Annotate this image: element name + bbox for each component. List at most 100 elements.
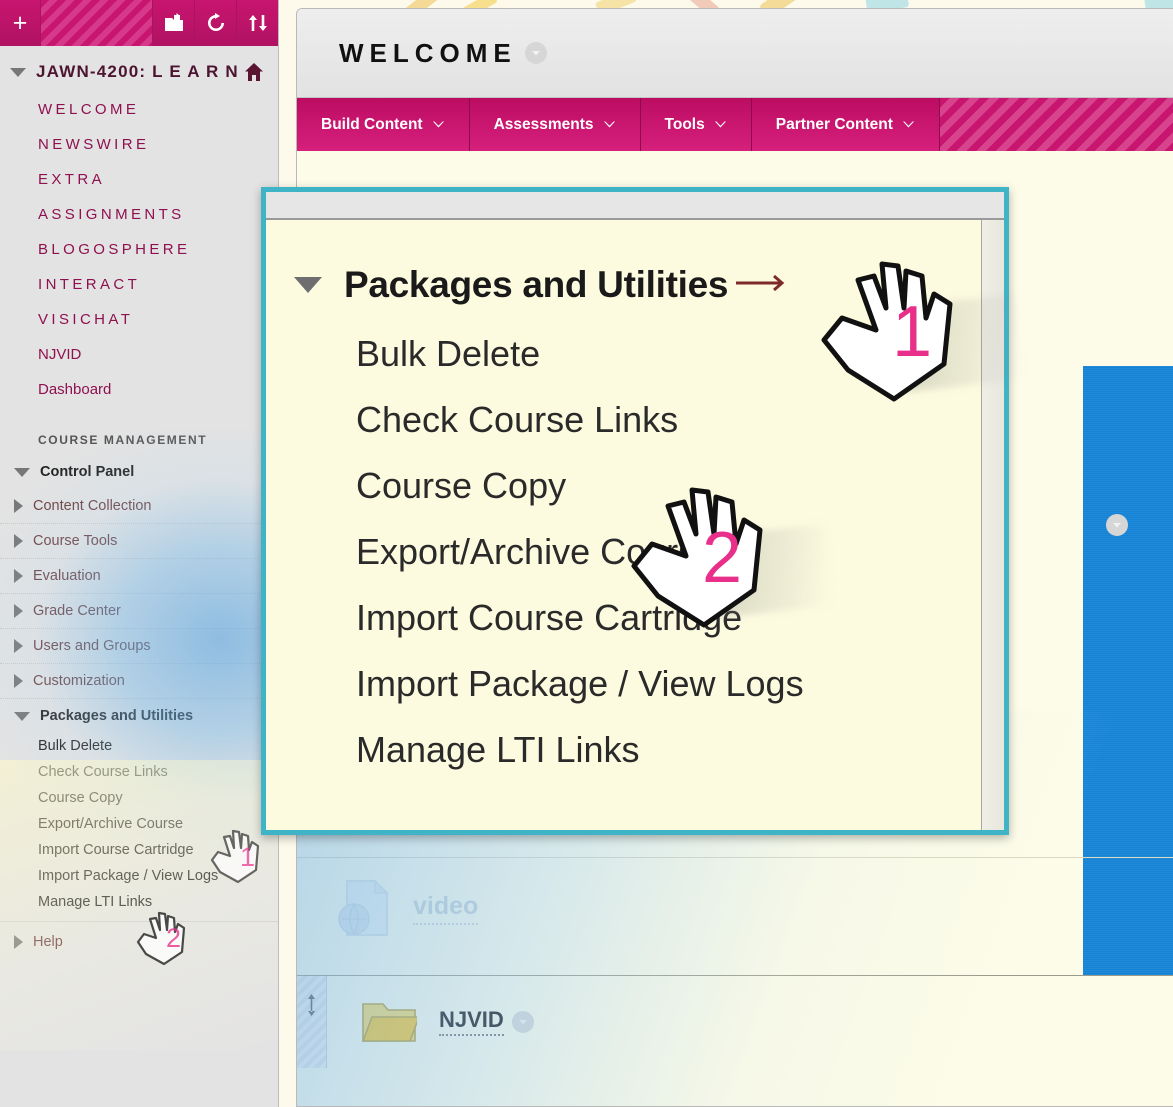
action-tools[interactable]: Tools <box>641 98 752 151</box>
panel-item-label: Evaluation <box>33 568 101 584</box>
panel-item-customization[interactable]: Customization <box>0 664 278 699</box>
packages-item-import-package-view-logs[interactable]: Import Package / View Logs <box>0 863 278 889</box>
content-item-video[interactable]: video <box>337 863 597 953</box>
action-bar: Build Content Assessments Tools Partner … <box>297 98 1173 151</box>
magnifier-titlebar <box>266 192 1004 220</box>
panel-item-packages-and-utilities[interactable]: Packages and Utilities <box>0 699 278 733</box>
magnifier-body: Packages and Utilities Bulk Delete Check… <box>266 220 1004 830</box>
nav-item-welcome[interactable]: WELCOME <box>0 92 278 127</box>
expand-triangle-icon[interactable] <box>14 604 23 618</box>
course-menu-toolbar: + <box>0 0 278 46</box>
reorder-icon[interactable] <box>237 0 278 46</box>
nav-item-extra[interactable]: EXTRA <box>0 162 278 197</box>
add-menu-item-button[interactable]: + <box>0 0 41 46</box>
action-label: Partner Content <box>775 115 893 133</box>
panel-item-label: Content Collection <box>33 498 152 514</box>
expand-triangle-icon[interactable] <box>14 935 23 949</box>
action-label: Tools <box>664 115 705 133</box>
panel-item-label: Customization <box>33 673 125 689</box>
control-panel-row[interactable]: Control Panel <box>0 455 278 489</box>
magnifier-item-manage-lti-links[interactable]: Manage LTI Links <box>266 732 1004 768</box>
packages-item-check-course-links[interactable]: Check Course Links <box>0 759 278 785</box>
drag-handle-icon[interactable] <box>297 975 327 1068</box>
action-bar-filler <box>939 98 1173 151</box>
course-management-header: COURSE MANAGEMENT <box>38 433 208 447</box>
panel-item-label: Course Tools <box>33 533 118 549</box>
action-label: Build Content <box>321 115 423 133</box>
action-partner-content[interactable]: Partner Content <box>752 98 940 151</box>
content-item-njvid-row: NJVID <box>297 975 1173 1068</box>
blue-banner-image <box>1083 366 1173 1041</box>
panel-item-evaluation[interactable]: Evaluation <box>0 559 278 594</box>
content-item-label: video <box>413 892 479 925</box>
panel-item-content-collection[interactable]: Content Collection <box>0 489 278 524</box>
control-panel-label: Control Panel <box>40 464 135 480</box>
panel-item-label: Packages and Utilities <box>40 708 194 724</box>
magnifier-item-bulk-delete[interactable]: Bulk Delete <box>266 336 1004 372</box>
chevron-down-icon[interactable] <box>511 1010 534 1033</box>
panel-item-users-and-groups[interactable]: Users and Groups <box>0 629 278 664</box>
magnifier-item-import-package-view-logs[interactable]: Import Package / View Logs <box>266 666 1004 702</box>
collapse-triangle-icon[interactable] <box>14 711 30 721</box>
expand-triangle-icon[interactable] <box>14 499 23 513</box>
action-assessments[interactable]: Assessments <box>470 98 641 151</box>
packages-item-bulk-delete[interactable]: Bulk Delete <box>0 733 278 759</box>
content-header: WELCOME <box>297 9 1173 98</box>
toolbar-filler <box>41 0 153 46</box>
packages-item-manage-lti-links[interactable]: Manage LTI Links <box>0 889 278 915</box>
folder-icon <box>361 1000 417 1044</box>
nav-item-interact[interactable]: INTERACT <box>0 267 278 302</box>
chevron-down-icon <box>714 121 726 128</box>
collapse-triangle-icon[interactable] <box>294 277 322 293</box>
packages-and-utilities-group: Packages and Utilities Bulk Delete Check… <box>0 699 278 922</box>
collapse-triangle-icon[interactable] <box>14 467 30 477</box>
panel-item-help[interactable]: Help <box>0 922 278 959</box>
magnifier-header-row[interactable]: Packages and Utilities <box>266 220 1004 306</box>
magnifier-scrollbar[interactable] <box>981 220 1004 830</box>
chevron-down-icon <box>603 121 615 128</box>
home-icon[interactable] <box>244 62 264 82</box>
page-title: WELCOME <box>339 37 517 68</box>
panel-item-label: Users and Groups <box>33 638 151 654</box>
expand-triangle-icon[interactable] <box>14 674 23 688</box>
panel-item-course-tools[interactable]: Course Tools <box>0 524 278 559</box>
refresh-icon[interactable] <box>195 0 237 46</box>
screen-root: WELCOME Build Content Assessments Tools … <box>0 0 1173 1107</box>
panel-item-label: Help <box>33 934 63 950</box>
magnifier-item-check-course-links[interactable]: Check Course Links <box>266 402 1004 438</box>
nav-item-assignments[interactable]: ASSIGNMENTS <box>0 197 278 232</box>
expand-triangle-icon[interactable] <box>14 569 23 583</box>
panel-item-grade-center[interactable]: Grade Center <box>0 594 278 629</box>
packages-item-course-copy[interactable]: Course Copy <box>0 785 278 811</box>
collapse-triangle-icon[interactable] <box>10 67 26 77</box>
packages-item-export-archive-course[interactable]: Export/Archive Course <box>0 811 278 837</box>
nav-item-dashboard[interactable]: Dashboard <box>0 372 278 407</box>
nav-item-njvid[interactable]: NJVID <box>0 337 278 372</box>
course-menu-scroll: JAWN-4200: L E A R N WELCOME NEWSWIRE EX… <box>0 46 278 1107</box>
folder-move-icon[interactable] <box>153 0 195 46</box>
nav-item-visichat[interactable]: VISICHAT <box>0 302 278 337</box>
nav-item-newswire[interactable]: NEWSWIRE <box>0 127 278 162</box>
banner-chevron-down-icon[interactable] <box>1106 514 1128 536</box>
course-title-row: JAWN-4200: L E A R N <box>0 46 278 92</box>
arrow-right-icon <box>736 273 790 298</box>
course-title: JAWN-4200: L E A R N <box>36 62 239 81</box>
magnifier-item-course-copy[interactable]: Course Copy <box>266 468 1004 504</box>
expand-triangle-icon[interactable] <box>14 639 23 653</box>
magnifier-popup: Packages and Utilities Bulk Delete Check… <box>261 187 1009 835</box>
chevron-down-icon <box>902 121 914 128</box>
content-item-label: NJVID <box>439 1007 504 1036</box>
magnifier-item-import-course-cartridge[interactable]: Import Course Cartridge <box>266 600 1004 636</box>
document-globe-icon <box>337 877 395 939</box>
chevron-down-icon <box>432 121 444 128</box>
action-build-content[interactable]: Build Content <box>297 98 470 151</box>
njvid-item[interactable]: NJVID <box>417 1007 534 1036</box>
chevron-down-icon[interactable] <box>524 42 547 64</box>
course-menu-panel: + JAWN-4200: L E A R N WELCOME NEWSWIRE <box>0 0 279 1107</box>
nav-item-blogosphere[interactable]: BLOGOSPHERE <box>0 232 278 267</box>
packages-item-import-course-cartridge[interactable]: Import Course Cartridge <box>0 837 278 863</box>
magnifier-item-export-archive-course[interactable]: Export/Archive Course <box>266 534 1004 570</box>
panel-item-label: Grade Center <box>33 603 121 619</box>
expand-triangle-icon[interactable] <box>14 534 23 548</box>
magnifier-header-label: Packages and Utilities <box>344 264 729 305</box>
